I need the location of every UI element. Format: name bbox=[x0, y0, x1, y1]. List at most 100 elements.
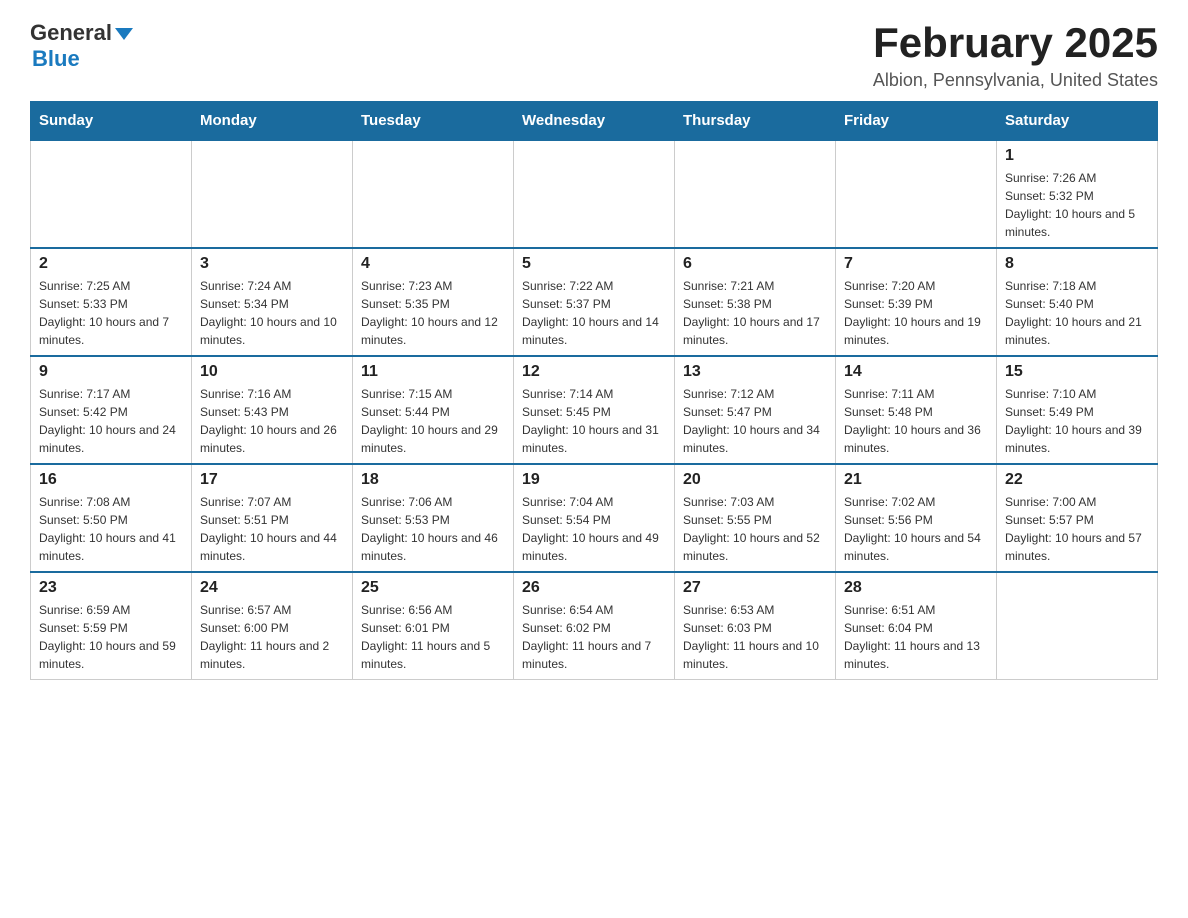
day-info: Sunrise: 7:02 AMSunset: 5:56 PMDaylight:… bbox=[844, 493, 988, 565]
calendar-cell: 2 Sunrise: 7:25 AMSunset: 5:33 PMDaylight… bbox=[31, 248, 192, 356]
day-number: 2 bbox=[39, 255, 183, 273]
calendar-header-wednesday: Wednesday bbox=[514, 102, 675, 141]
day-info: Sunrise: 7:26 AMSunset: 5:32 PMDaylight:… bbox=[1005, 169, 1149, 241]
day-number: 9 bbox=[39, 363, 183, 381]
calendar-week-row: 2 Sunrise: 7:25 AMSunset: 5:33 PMDaylight… bbox=[31, 248, 1158, 356]
calendar-cell: 20 Sunrise: 7:03 AMSunset: 5:55 PMDayligh… bbox=[675, 464, 836, 572]
day-number: 7 bbox=[844, 255, 988, 273]
day-info: Sunrise: 7:23 AMSunset: 5:35 PMDaylight:… bbox=[361, 277, 505, 349]
calendar-cell: 3 Sunrise: 7:24 AMSunset: 5:34 PMDaylight… bbox=[192, 248, 353, 356]
day-number: 21 bbox=[844, 471, 988, 489]
day-info: Sunrise: 7:10 AMSunset: 5:49 PMDaylight:… bbox=[1005, 385, 1149, 457]
location-title: Albion, Pennsylvania, United States bbox=[873, 70, 1158, 91]
day-number: 8 bbox=[1005, 255, 1149, 273]
day-info: Sunrise: 7:12 AMSunset: 5:47 PMDaylight:… bbox=[683, 385, 827, 457]
day-number: 1 bbox=[1005, 147, 1149, 165]
day-info: Sunrise: 7:15 AMSunset: 5:44 PMDaylight:… bbox=[361, 385, 505, 457]
calendar-cell: 15 Sunrise: 7:10 AMSunset: 5:49 PMDayligh… bbox=[997, 356, 1158, 464]
title-block: February 2025 Albion, Pennsylvania, Unit… bbox=[873, 20, 1158, 91]
page-header: General Blue February 2025 Albion, Penns… bbox=[30, 20, 1158, 91]
day-info: Sunrise: 6:56 AMSunset: 6:01 PMDaylight:… bbox=[361, 601, 505, 673]
calendar-cell: 25 Sunrise: 6:56 AMSunset: 6:01 PMDayligh… bbox=[353, 572, 514, 680]
month-title: February 2025 bbox=[873, 20, 1158, 66]
day-info: Sunrise: 7:11 AMSunset: 5:48 PMDaylight:… bbox=[844, 385, 988, 457]
calendar-cell bbox=[836, 140, 997, 248]
day-number: 25 bbox=[361, 579, 505, 597]
day-info: Sunrise: 7:21 AMSunset: 5:38 PMDaylight:… bbox=[683, 277, 827, 349]
calendar-cell: 11Sunrise: 7:15 AMSunset: 5:44 PMDayligh… bbox=[353, 356, 514, 464]
calendar-cell: 5 Sunrise: 7:22 AMSunset: 5:37 PMDaylight… bbox=[514, 248, 675, 356]
calendar-header-sunday: Sunday bbox=[31, 102, 192, 141]
logo: General Blue bbox=[30, 20, 133, 72]
calendar-cell bbox=[514, 140, 675, 248]
calendar-header-monday: Monday bbox=[192, 102, 353, 141]
calendar-table: SundayMondayTuesdayWednesdayThursdayFrid… bbox=[30, 101, 1158, 680]
day-info: Sunrise: 7:03 AMSunset: 5:55 PMDaylight:… bbox=[683, 493, 827, 565]
day-number: 20 bbox=[683, 471, 827, 489]
calendar-cell: 10 Sunrise: 7:16 AMSunset: 5:43 PMDayligh… bbox=[192, 356, 353, 464]
calendar-header-tuesday: Tuesday bbox=[353, 102, 514, 141]
day-info: Sunrise: 6:53 AMSunset: 6:03 PMDaylight:… bbox=[683, 601, 827, 673]
calendar-cell: 24 Sunrise: 6:57 AMSunset: 6:00 PMDayligh… bbox=[192, 572, 353, 680]
calendar-cell: 13Sunrise: 7:12 AMSunset: 5:47 PMDayligh… bbox=[675, 356, 836, 464]
calendar-cell: 6 Sunrise: 7:21 AMSunset: 5:38 PMDaylight… bbox=[675, 248, 836, 356]
day-info: Sunrise: 7:17 AMSunset: 5:42 PMDaylight:… bbox=[39, 385, 183, 457]
calendar-week-row: 1 Sunrise: 7:26 AMSunset: 5:32 PMDaylight… bbox=[31, 140, 1158, 248]
day-info: Sunrise: 7:14 AMSunset: 5:45 PMDaylight:… bbox=[522, 385, 666, 457]
day-info: Sunrise: 7:08 AMSunset: 5:50 PMDaylight:… bbox=[39, 493, 183, 565]
calendar-cell: 1 Sunrise: 7:26 AMSunset: 5:32 PMDaylight… bbox=[997, 140, 1158, 248]
calendar-cell: 19Sunrise: 7:04 AMSunset: 5:54 PMDayligh… bbox=[514, 464, 675, 572]
calendar-cell: 17 Sunrise: 7:07 AMSunset: 5:51 PMDayligh… bbox=[192, 464, 353, 572]
day-info: Sunrise: 7:00 AMSunset: 5:57 PMDaylight:… bbox=[1005, 493, 1149, 565]
day-number: 18 bbox=[361, 471, 505, 489]
calendar-header-friday: Friday bbox=[836, 102, 997, 141]
day-info: Sunrise: 6:59 AMSunset: 5:59 PMDaylight:… bbox=[39, 601, 183, 673]
logo-general-text: General bbox=[30, 20, 112, 46]
day-number: 26 bbox=[522, 579, 666, 597]
calendar-cell: 21 Sunrise: 7:02 AMSunset: 5:56 PMDayligh… bbox=[836, 464, 997, 572]
calendar-cell: 8 Sunrise: 7:18 AMSunset: 5:40 PMDaylight… bbox=[997, 248, 1158, 356]
day-info: Sunrise: 6:51 AMSunset: 6:04 PMDaylight:… bbox=[844, 601, 988, 673]
day-info: Sunrise: 7:18 AMSunset: 5:40 PMDaylight:… bbox=[1005, 277, 1149, 349]
calendar-header-row: SundayMondayTuesdayWednesdayThursdayFrid… bbox=[31, 102, 1158, 141]
day-number: 4 bbox=[361, 255, 505, 273]
day-number: 10 bbox=[200, 363, 344, 381]
day-info: Sunrise: 7:20 AMSunset: 5:39 PMDaylight:… bbox=[844, 277, 988, 349]
calendar-week-row: 23 Sunrise: 6:59 AMSunset: 5:59 PMDayligh… bbox=[31, 572, 1158, 680]
calendar-cell: 12 Sunrise: 7:14 AMSunset: 5:45 PMDayligh… bbox=[514, 356, 675, 464]
logo-arrow-icon bbox=[115, 28, 133, 40]
calendar-cell: 27Sunrise: 6:53 AMSunset: 6:03 PMDayligh… bbox=[675, 572, 836, 680]
calendar-cell: 18 Sunrise: 7:06 AMSunset: 5:53 PMDayligh… bbox=[353, 464, 514, 572]
day-info: Sunrise: 6:57 AMSunset: 6:00 PMDaylight:… bbox=[200, 601, 344, 673]
calendar-cell bbox=[997, 572, 1158, 680]
day-number: 22 bbox=[1005, 471, 1149, 489]
day-info: Sunrise: 7:22 AMSunset: 5:37 PMDaylight:… bbox=[522, 277, 666, 349]
day-info: Sunrise: 7:16 AMSunset: 5:43 PMDaylight:… bbox=[200, 385, 344, 457]
day-info: Sunrise: 7:25 AMSunset: 5:33 PMDaylight:… bbox=[39, 277, 183, 349]
calendar-cell bbox=[675, 140, 836, 248]
calendar-week-row: 16Sunrise: 7:08 AMSunset: 5:50 PMDayligh… bbox=[31, 464, 1158, 572]
day-info: Sunrise: 7:06 AMSunset: 5:53 PMDaylight:… bbox=[361, 493, 505, 565]
calendar-header-saturday: Saturday bbox=[997, 102, 1158, 141]
day-number: 15 bbox=[1005, 363, 1149, 381]
logo-blue-text: Blue bbox=[32, 46, 80, 72]
day-number: 24 bbox=[200, 579, 344, 597]
day-number: 28 bbox=[844, 579, 988, 597]
day-info: Sunrise: 6:54 AMSunset: 6:02 PMDaylight:… bbox=[522, 601, 666, 673]
day-number: 14 bbox=[844, 363, 988, 381]
calendar-cell: 9 Sunrise: 7:17 AMSunset: 5:42 PMDaylight… bbox=[31, 356, 192, 464]
day-info: Sunrise: 7:04 AMSunset: 5:54 PMDaylight:… bbox=[522, 493, 666, 565]
day-number: 5 bbox=[522, 255, 666, 273]
day-info: Sunrise: 7:24 AMSunset: 5:34 PMDaylight:… bbox=[200, 277, 344, 349]
day-number: 6 bbox=[683, 255, 827, 273]
calendar-cell: 4 Sunrise: 7:23 AMSunset: 5:35 PMDaylight… bbox=[353, 248, 514, 356]
calendar-cell: 28 Sunrise: 6:51 AMSunset: 6:04 PMDayligh… bbox=[836, 572, 997, 680]
day-number: 23 bbox=[39, 579, 183, 597]
calendar-header-thursday: Thursday bbox=[675, 102, 836, 141]
day-number: 17 bbox=[200, 471, 344, 489]
day-number: 12 bbox=[522, 363, 666, 381]
day-number: 3 bbox=[200, 255, 344, 273]
calendar-week-row: 9 Sunrise: 7:17 AMSunset: 5:42 PMDaylight… bbox=[31, 356, 1158, 464]
calendar-cell: 7 Sunrise: 7:20 AMSunset: 5:39 PMDaylight… bbox=[836, 248, 997, 356]
day-info: Sunrise: 7:07 AMSunset: 5:51 PMDaylight:… bbox=[200, 493, 344, 565]
